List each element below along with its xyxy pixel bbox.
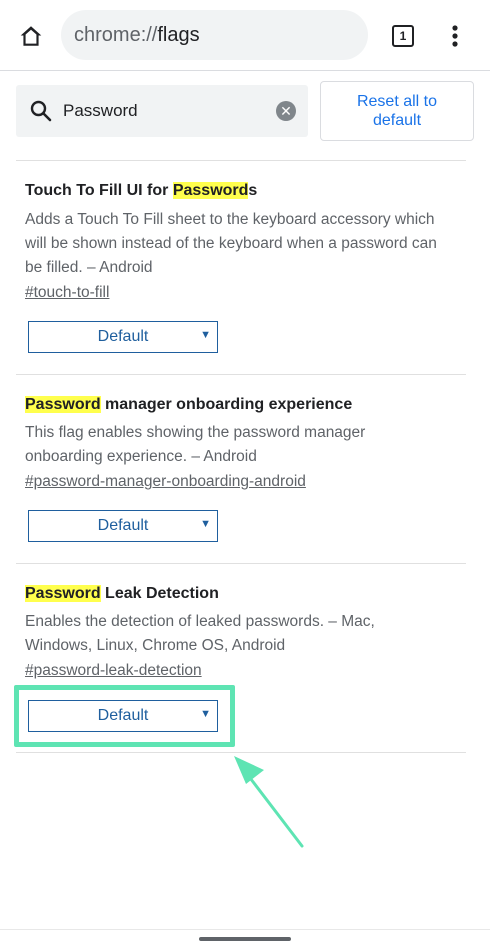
reset-all-button[interactable]: Reset all to default [320,81,474,141]
flags-search-area: Password ✕ Reset all to default [0,71,490,157]
flag-link[interactable]: #touch-to-fill [25,284,109,302]
flag-link[interactable]: #password-leak-detection [25,662,202,680]
flag-link[interactable]: #password-manager-onboarding-android [25,473,306,491]
tab-switcher-button[interactable]: 1 [391,24,415,48]
dropdown-arrow-icon: ▼ [200,329,211,341]
search-divider [16,160,466,161]
url-scheme: chrome:// [74,23,158,46]
flag-title: Password manager onboarding experience [25,396,352,414]
gesture-nav-handle[interactable] [199,937,291,941]
flag-title-text: manager onboarding experience [100,396,353,413]
search-match-highlight: Password [25,585,101,602]
home-icon [20,26,42,46]
search-value: Password [63,101,138,120]
tab-count: 1 [392,25,414,47]
flag-title-text: Touch To Fill UI for [25,182,173,199]
annotation-arrow-icon [234,756,304,848]
flag-title: Touch To Fill UI for Passwords [25,182,257,200]
flag-title-text: Leak Detection [100,585,219,602]
nav-bar-divider [0,929,490,930]
dropdown-arrow-icon: ▼ [200,518,211,530]
address-bar[interactable]: chrome://flags [61,10,368,60]
clear-search-icon[interactable]: ✕ [276,101,296,121]
home-button[interactable] [14,19,48,53]
flag-description: Adds a Touch To Fill sheet to the keyboa… [25,211,437,276]
url-path: flags [157,23,200,46]
select-value: Default [97,517,149,534]
more-vert-icon [452,25,458,47]
annotation-highlight-box [14,685,235,747]
flag-description: Enables the detection of leaked password… [25,613,375,654]
flag-title-text: s [248,182,258,199]
select-value: Default [97,328,149,345]
flag-divider [16,563,466,564]
browser-toolbar: chrome://flags 1 [0,0,490,70]
flag-state-select[interactable]: Default ▼ [28,510,218,542]
search-match-highlight: Password [25,396,101,413]
search-icon [30,100,52,122]
overflow-menu-button[interactable] [444,20,466,52]
search-input[interactable]: Password ✕ [16,85,308,137]
flag-divider [16,374,466,375]
flag-state-select[interactable]: Default ▼ [28,321,218,353]
search-match-highlight: Password [172,182,249,199]
flag-title: Password Leak Detection [25,585,219,603]
flag-description: This flag enables showing the password m… [25,424,366,465]
